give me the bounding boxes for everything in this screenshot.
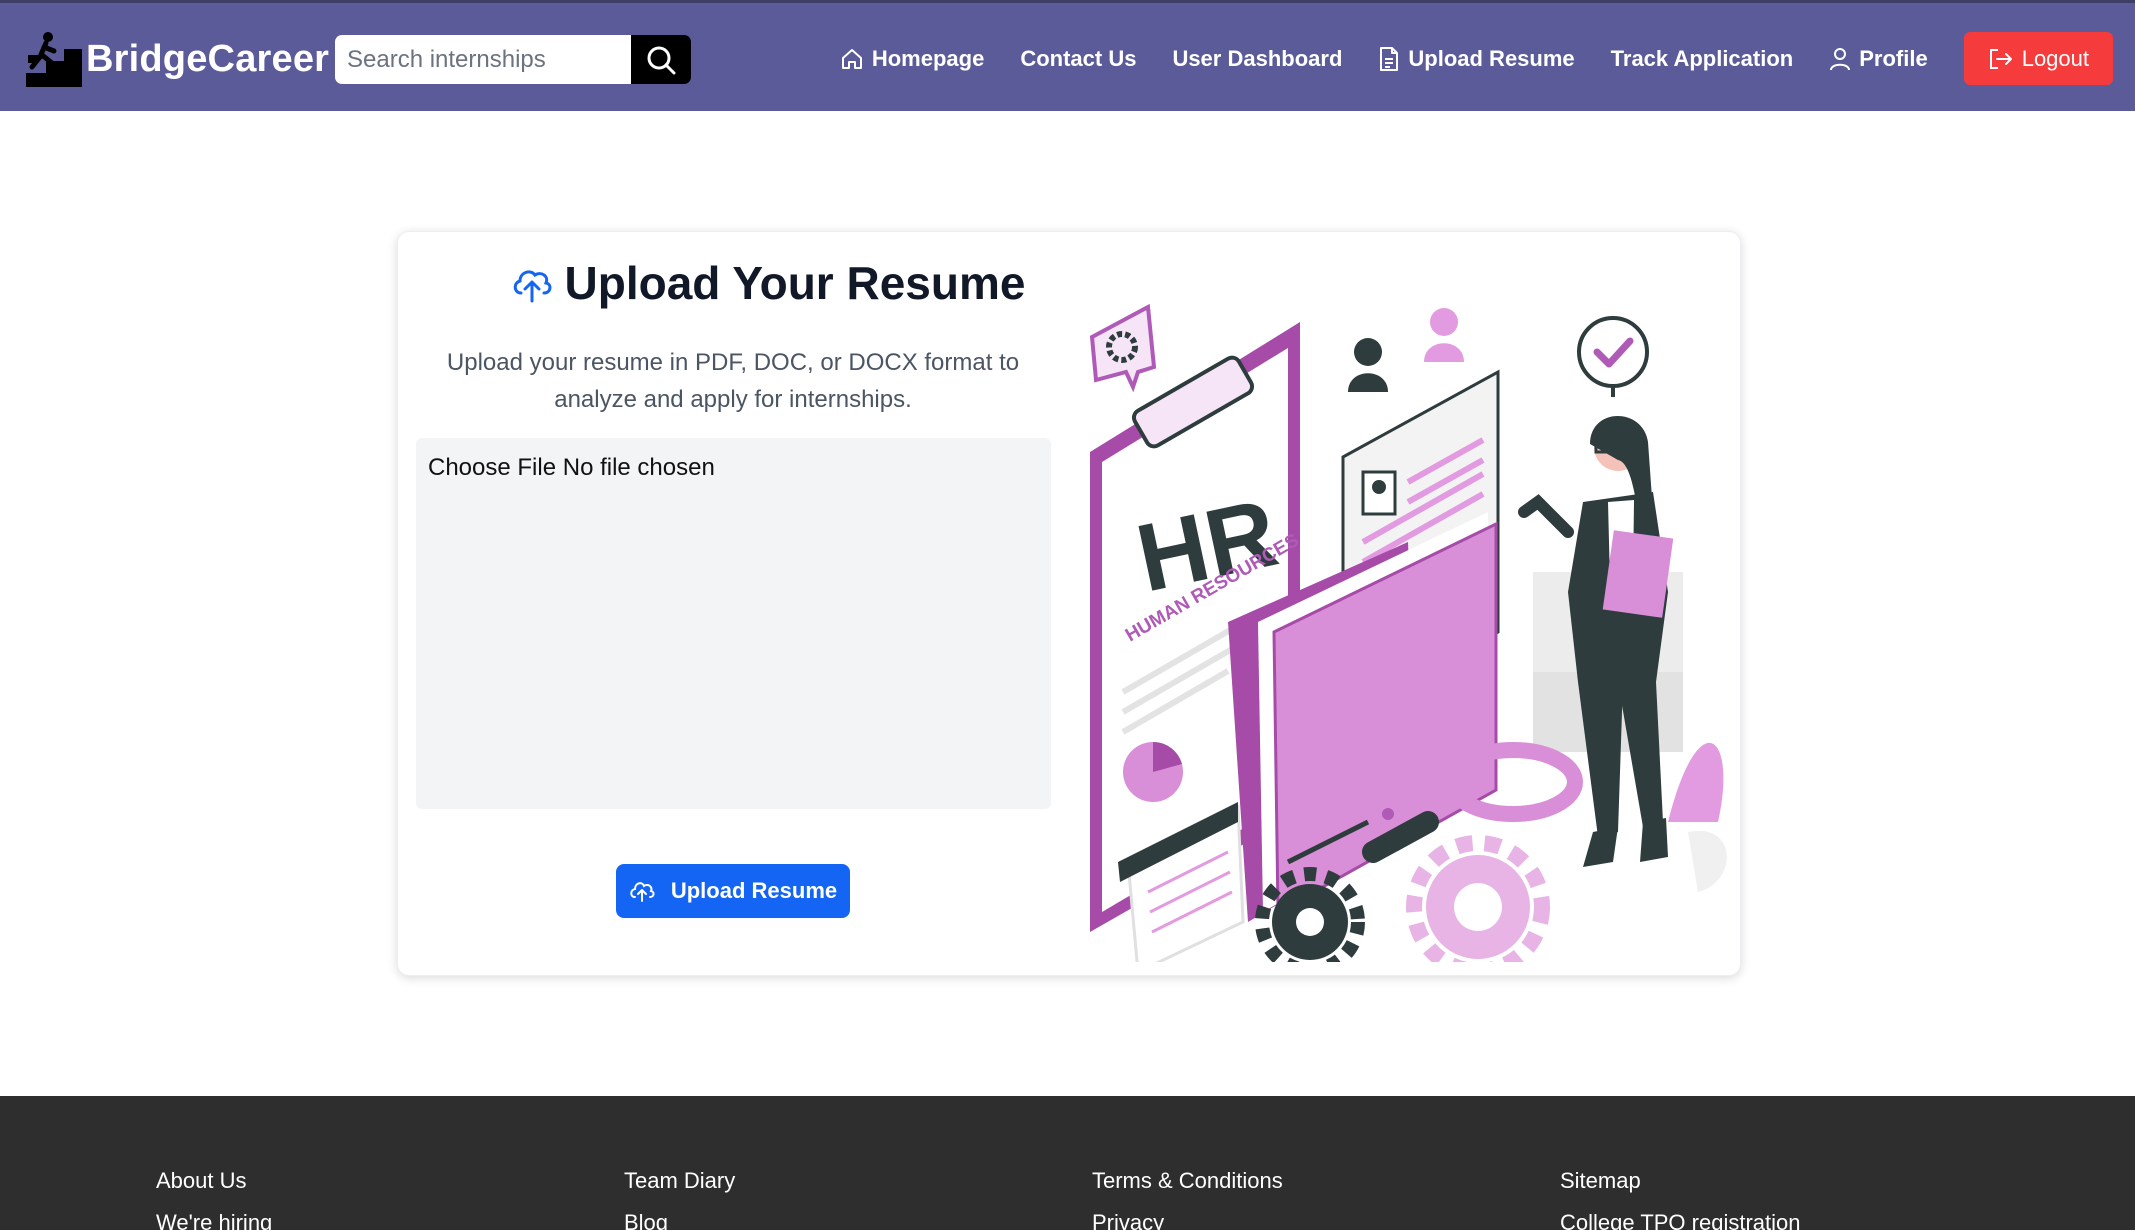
footer: About Us We're hiring Team Diary Blog Te… bbox=[0, 1096, 2135, 1230]
cloud-upload-icon bbox=[513, 270, 551, 303]
footer-link-privacy[interactable]: Privacy bbox=[1092, 1202, 1283, 1230]
footer-link-blog[interactable]: Blog bbox=[624, 1202, 735, 1230]
nav-contact-label: Contact Us bbox=[1020, 45, 1137, 71]
search-icon bbox=[647, 46, 676, 74]
footer-link-hiring[interactable]: We're hiring bbox=[156, 1202, 272, 1230]
career-climber-icon bbox=[26, 32, 82, 87]
nav-contact-us[interactable]: Contact Us bbox=[1020, 46, 1136, 72]
upload-resume-card: Upload Your Resume Upload your resume in… bbox=[397, 231, 1741, 976]
navbar: BridgeCareer Homepage Contact Us User Da… bbox=[0, 0, 2135, 111]
nav-track-label: Track Application bbox=[1610, 45, 1794, 71]
footer-link-about-us[interactable]: About Us bbox=[156, 1160, 272, 1202]
hr-illustration: HR HUMAN RESOURCES bbox=[1089, 303, 1727, 962]
nav-upload-resume[interactable]: Upload Resume bbox=[1378, 45, 1575, 72]
upload-description: Upload your resume in PDF, DOC, or DOCX … bbox=[446, 349, 1020, 413]
file-input[interactable]: Choose File No file chosen bbox=[428, 454, 715, 481]
footer-link-team-diary[interactable]: Team Diary bbox=[624, 1160, 735, 1202]
upload-button-label: Upload Resume bbox=[670, 878, 838, 903]
nav-dashboard-label: User Dashboard bbox=[1172, 45, 1343, 71]
card-heading: Upload Your Resume bbox=[488, 256, 1048, 310]
footer-col-2: Team Diary Blog bbox=[624, 1160, 735, 1230]
nav-upload-label: Upload Resume bbox=[1408, 45, 1575, 71]
footer-col-3: Terms & Conditions Privacy bbox=[1092, 1160, 1283, 1230]
search-button[interactable] bbox=[631, 35, 691, 84]
brand-name: BridgeCareer bbox=[86, 37, 330, 80]
logout-icon bbox=[1989, 48, 2012, 69]
upload-resume-button[interactable]: Upload Resume bbox=[616, 864, 850, 918]
brand-logo[interactable]: BridgeCareer bbox=[24, 29, 329, 89]
nav-homepage[interactable]: Homepage bbox=[840, 46, 984, 72]
logout-label: Logout bbox=[2021, 45, 2089, 71]
document-icon bbox=[1380, 46, 1399, 71]
nav-homepage-label: Homepage bbox=[871, 45, 985, 71]
home-icon bbox=[841, 48, 862, 69]
nav-profile[interactable]: Profile bbox=[1829, 45, 1928, 72]
footer-link-sitemap[interactable]: Sitemap bbox=[1560, 1160, 1801, 1202]
footer-col-4: Sitemap College TPO registration bbox=[1560, 1160, 1801, 1230]
file-drop-area[interactable]: Choose File No file chosen bbox=[416, 438, 1051, 809]
footer-col-1: About Us We're hiring bbox=[156, 1160, 272, 1230]
nav-links: Homepage Contact Us User Dashboard Uploa… bbox=[840, 3, 2135, 114]
nav-user-dashboard[interactable]: User Dashboard bbox=[1172, 46, 1342, 72]
page-title: Upload Your Resume bbox=[564, 257, 1026, 309]
footer-link-tpo-registration[interactable]: College TPO registration bbox=[1560, 1202, 1801, 1230]
footer-link-terms[interactable]: Terms & Conditions bbox=[1092, 1160, 1283, 1202]
nav-track-application[interactable]: Track Application bbox=[1611, 46, 1794, 72]
nav-profile-label: Profile bbox=[1859, 45, 1928, 71]
logout-button[interactable]: Logout bbox=[1963, 32, 2113, 85]
cloud-upload-icon bbox=[630, 882, 655, 902]
user-icon bbox=[1830, 47, 1851, 70]
search-input[interactable] bbox=[335, 35, 631, 84]
search-bar bbox=[335, 35, 691, 84]
